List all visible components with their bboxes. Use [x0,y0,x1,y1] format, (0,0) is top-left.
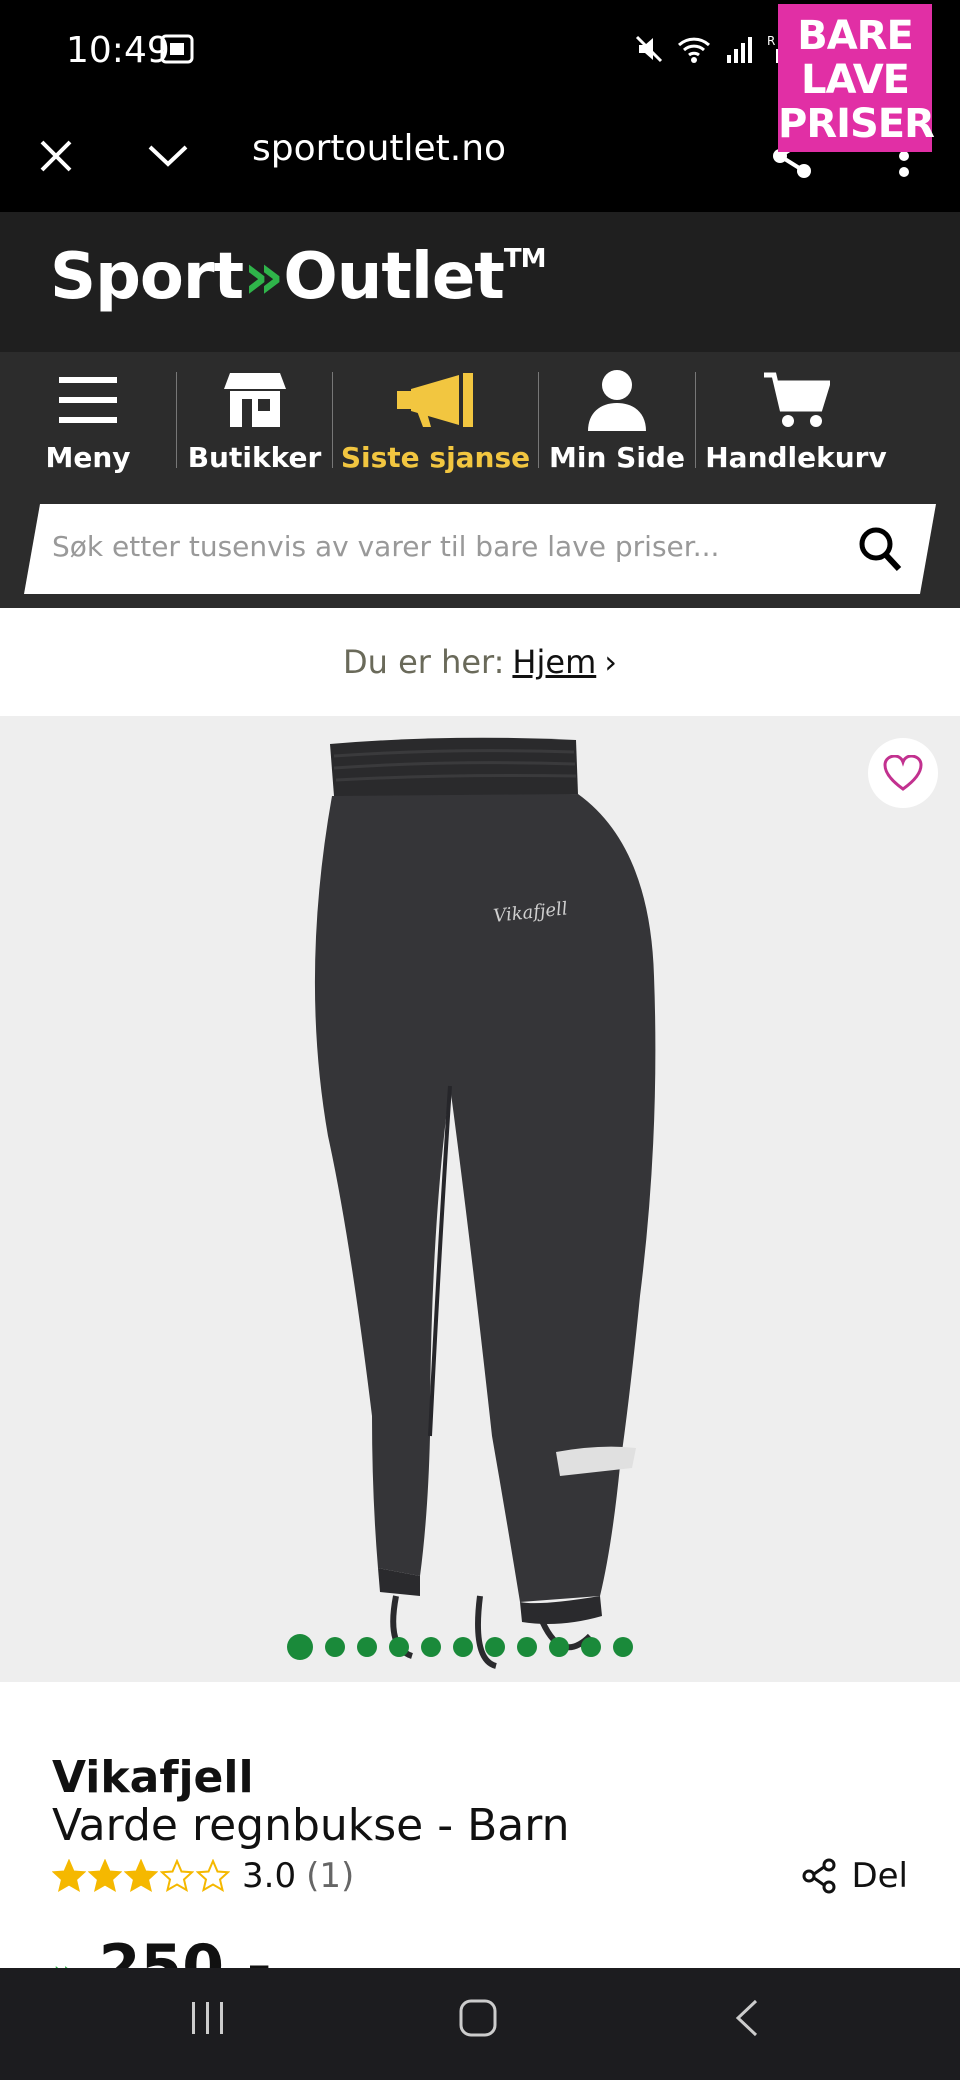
gallery-dot[interactable] [549,1637,569,1657]
nav-label: Min Side [549,441,685,474]
nav-label: Handlekurv [705,441,887,474]
close-icon [40,140,72,172]
search-bar: Søk etter tusenvis av varer til bare lav… [0,490,960,608]
status-time: 10:49 [66,30,170,71]
bare-lave-priser-badge: BARE LAVE PRISER [778,4,935,152]
star-filled-icon [52,1859,86,1893]
home-button[interactable] [458,1998,498,2043]
badge-line: BARE [797,13,914,59]
rating-stars [52,1859,230,1893]
nav-label: Butikker [187,441,322,474]
breadcrumb-prefix: Du er her: [342,643,505,681]
recent-apps-icon [192,2002,223,2034]
gallery-dot[interactable] [325,1637,345,1657]
search-input-field[interactable]: Søk etter tusenvis av varer til bare lav… [24,504,936,594]
gallery-pagination [0,1634,940,1660]
chevron-down-icon [148,145,188,167]
share-label: Del [851,1856,908,1896]
wifi-icon [678,37,711,63]
chevron-right-icon: › [604,643,618,681]
screenshot-icon [160,34,194,69]
collapse-button[interactable] [138,126,198,186]
site-logo[interactable]: Sport»OutletTM [50,240,547,314]
gallery-dot[interactable] [613,1637,633,1657]
gallery-dot[interactable] [517,1637,537,1657]
back-button[interactable] [732,1998,762,2043]
logo-sport: Sport [50,240,244,314]
store-icon [222,369,288,431]
signal-icon [727,37,753,63]
product-info: Vikafjell Varde regnbukse - Barn 3.0 (1)… [0,1682,960,2002]
back-icon [735,1999,758,2037]
cart-icon [762,369,830,431]
svg-text:R: R [767,34,775,48]
breadcrumb: Du er her: Hjem › [0,608,960,716]
nav-item-min-side[interactable]: Min Side [539,352,695,490]
recent-apps-button[interactable] [188,1998,228,2043]
gallery-dot[interactable] [485,1637,505,1657]
favorite-button[interactable] [868,738,938,808]
gallery-dot[interactable] [453,1637,473,1657]
star-filled-icon [124,1859,158,1893]
gallery-dot[interactable] [421,1637,441,1657]
search-icon[interactable] [858,526,902,577]
share-icon [802,1858,836,1894]
user-icon [586,369,648,431]
heart-icon [883,755,923,791]
nav-item-meny[interactable]: Meny [0,352,176,490]
megaphone-icon [393,369,479,431]
product-rating[interactable]: 3.0 (1) [52,1856,354,1896]
breadcrumb-home-link[interactable]: Hjem [512,643,596,681]
nav-item-butikker[interactable]: Butikker [177,352,332,490]
product-image-gallery[interactable]: Vikafjell [0,716,960,1682]
product-image[interactable]: Vikafjell [0,716,960,1682]
product-brand[interactable]: Vikafjell [52,1752,254,1803]
menu-icon [57,369,119,431]
gallery-dot[interactable] [581,1637,601,1657]
star-empty-icon [196,1859,230,1893]
nav-item-siste-sjanse[interactable]: Siste sjanse [333,352,538,490]
logo-tm: TM [503,244,547,274]
logo-outlet: Outlet [283,240,504,314]
rating-count: (1) [306,1856,355,1896]
url-display[interactable]: sportoutlet.no [252,128,506,169]
nav-item-handlekurv[interactable]: Handlekurv [696,352,896,490]
gallery-dot[interactable] [287,1634,313,1660]
badge-line: LAVE [800,57,910,103]
product-title: Varde regnbukse - Barn [52,1800,570,1851]
home-icon [459,1999,497,2037]
search-placeholder: Søk etter tusenvis av varer til bare lav… [52,530,720,563]
nav-label: Siste sjanse [340,441,531,474]
site-header: Sport»OutletTM [0,212,960,352]
mute-icon [635,35,663,63]
gallery-dot[interactable] [357,1637,377,1657]
logo-arrows: » [243,240,284,314]
share-button[interactable]: Del [801,1856,908,1896]
main-nav: Meny Butikker Siste sjanse Min Side Hand… [0,352,960,490]
android-navigation-bar [0,1968,960,2080]
star-filled-icon [88,1859,122,1893]
gallery-dot[interactable] [389,1637,409,1657]
rating-value: 3.0 [242,1856,297,1896]
nav-label: Meny [45,441,131,474]
badge-line: PRISER [778,101,935,147]
star-empty-icon [160,1859,194,1893]
close-tab-button[interactable] [26,126,86,186]
